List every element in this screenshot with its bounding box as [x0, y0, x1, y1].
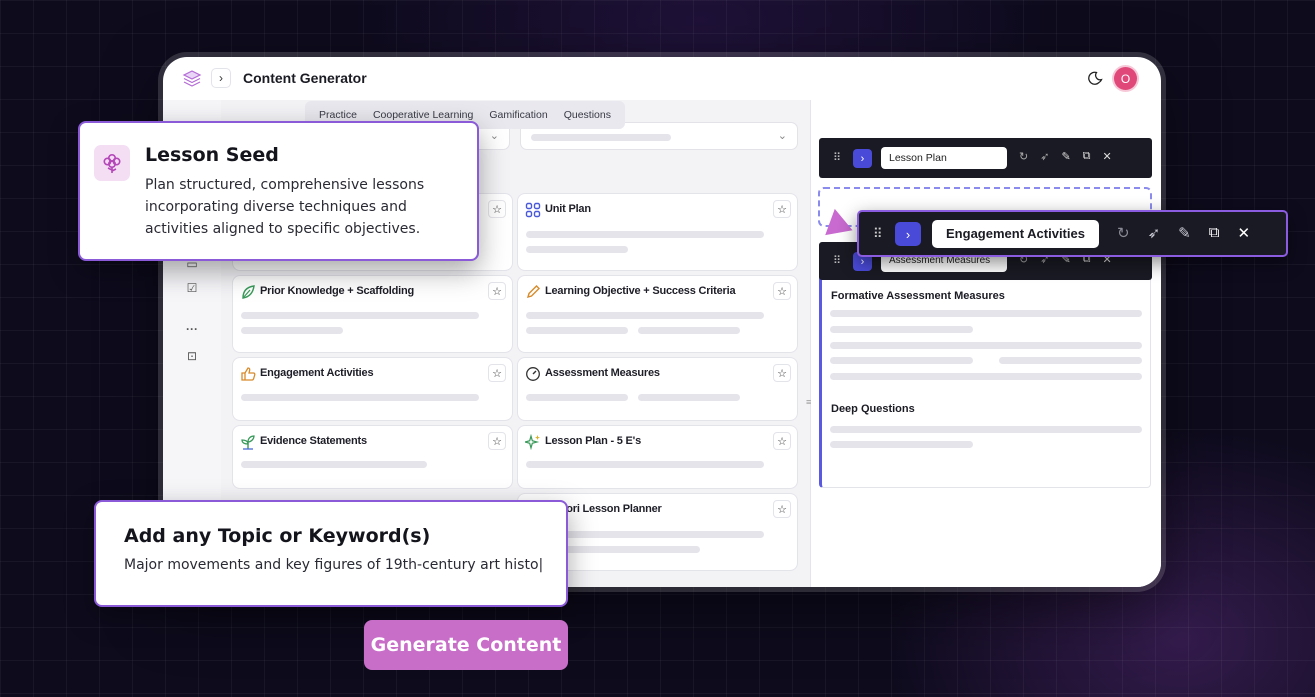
card-label: Learning Objective + Success Criteria: [545, 285, 736, 297]
star-icon[interactable]: ☆: [773, 282, 791, 300]
tool-card-prior-knowledge[interactable]: Prior Knowledge + Scaffolding ☆: [232, 275, 513, 353]
flower-icon: [94, 145, 130, 181]
skeleton-line: [526, 461, 764, 468]
copy-icon[interactable]: ⧉: [1083, 150, 1091, 163]
rocket-icon[interactable]: ➶: [1148, 224, 1161, 242]
tool-card-assessment-measures[interactable]: Assessment Measures ☆: [517, 357, 798, 421]
layers-logo-icon[interactable]: [182, 69, 202, 89]
chevron-down-icon: ⌄: [489, 130, 499, 142]
gauge-icon: [526, 367, 540, 381]
inbox-icon[interactable]: ⊡: [185, 349, 199, 363]
star-icon[interactable]: ☆: [488, 200, 506, 218]
tool-card-engagement-activities[interactable]: Engagement Activities ☆: [232, 357, 513, 421]
topic-input-card: Add any Topic or Keyword(s) Major moveme…: [94, 500, 568, 607]
card-label: Unit Plan: [545, 203, 591, 215]
tool-card-lesson-plan-5es[interactable]: Lesson Plan - 5 E's ☆: [517, 425, 798, 489]
lesson-seed-description: Plan structured, comprehensive lessons i…: [145, 177, 425, 237]
skeleton-line: [999, 357, 1142, 364]
topic-label: Add any Topic or Keyword(s): [124, 525, 431, 547]
skeleton-line: [830, 342, 1142, 349]
leaf-icon: [242, 285, 255, 299]
block-name-field[interactable]: Engagement Activities: [932, 220, 1099, 248]
skeleton-line: [830, 357, 973, 364]
section-heading-formative: Formative Assessment Measures: [831, 290, 1005, 302]
tab-gamification[interactable]: Gamification: [481, 109, 555, 121]
star-icon[interactable]: ☆: [488, 432, 506, 450]
tab-practice[interactable]: Practice: [311, 109, 365, 121]
skeleton-line: [830, 373, 1142, 380]
skeleton-line: [638, 394, 740, 401]
card-label: Evidence Statements: [260, 435, 367, 447]
tool-card-evidence-statements[interactable]: Evidence Statements ☆: [232, 425, 513, 489]
edit-icon[interactable]: ✎: [1061, 150, 1070, 163]
skeleton-line: [531, 134, 671, 141]
more-icon[interactable]: ···: [185, 322, 199, 336]
drag-handle-icon[interactable]: ⠿: [833, 254, 841, 267]
close-icon[interactable]: ✕: [1103, 150, 1112, 163]
card-label: Engagement Activities: [260, 367, 374, 379]
skeleton-line: [526, 394, 628, 401]
moon-icon[interactable]: [1088, 70, 1104, 86]
skeleton-line: [241, 312, 479, 319]
tool-card-unit-plan[interactable]: Unit Plan ☆: [517, 193, 798, 271]
skeleton-line: [830, 326, 973, 333]
refresh-icon[interactable]: ↻: [1117, 224, 1130, 242]
skeleton-line: [526, 231, 764, 238]
block-toolbar-lesson-plan: ⠿ › Lesson Plan ↻ ➶ ✎ ⧉ ✕: [819, 138, 1152, 178]
skeleton-line: [526, 312, 764, 319]
unit-plan-icon: [525, 202, 541, 218]
card-label: Prior Knowledge + Scaffolding: [260, 285, 415, 297]
skeleton-line: [526, 327, 628, 334]
skeleton-line: [526, 246, 628, 253]
sprout-icon: [241, 435, 255, 450]
skeleton-line: [830, 310, 1142, 317]
star-icon[interactable]: ☆: [773, 364, 791, 382]
copy-icon[interactable]: ⧉: [1209, 224, 1220, 242]
page-title: Content Generator: [243, 70, 367, 86]
star-icon[interactable]: ☆: [773, 432, 791, 450]
panel-resize-handle[interactable]: ≡: [806, 397, 811, 407]
tool-card-learning-objective[interactable]: Learning Objective + Success Criteria ☆: [517, 275, 798, 353]
thumbs-up-icon: [241, 367, 256, 381]
pencil-icon: [526, 285, 540, 299]
lesson-seed-card[interactable]: Lesson Seed Plan structured, comprehensi…: [78, 121, 479, 261]
star-icon[interactable]: ☆: [773, 200, 791, 218]
sparkle-icon: [525, 434, 540, 450]
drag-handle-icon[interactable]: ⠿: [833, 151, 841, 164]
star-icon[interactable]: ☆: [488, 282, 506, 300]
skeleton-line: [241, 394, 479, 401]
generate-content-button[interactable]: Generate Content: [364, 620, 568, 670]
tab-questions[interactable]: Questions: [556, 109, 619, 121]
lesson-seed-title: Lesson Seed: [145, 144, 279, 166]
skeleton-line: [830, 441, 973, 448]
chevron-down-icon: ⌄: [777, 130, 787, 142]
run-block-button[interactable]: ›: [853, 149, 872, 168]
skeleton-line: [830, 426, 1142, 433]
refresh-icon[interactable]: ↻: [1019, 150, 1028, 163]
run-block-button[interactable]: ›: [895, 222, 921, 246]
checklist-icon[interactable]: ☑: [185, 281, 199, 295]
chevron-right-icon: ›: [219, 71, 223, 85]
expand-sidebar-button[interactable]: ›: [211, 68, 231, 88]
star-icon[interactable]: ☆: [488, 364, 506, 382]
dragged-block-engagement-activities[interactable]: ⠿ › Engagement Activities ↻ ➶ ✎ ⧉ ✕: [857, 210, 1288, 257]
card-label: Assessment Measures: [545, 367, 660, 379]
rocket-icon[interactable]: ➶: [1040, 150, 1049, 163]
skeleton-line: [241, 461, 427, 468]
top-bar: › Content Generator O: [163, 57, 1161, 100]
star-icon[interactable]: ☆: [773, 500, 791, 518]
edit-icon[interactable]: ✎: [1178, 224, 1191, 242]
close-icon[interactable]: ✕: [1237, 224, 1250, 242]
topic-input[interactable]: Major movements and key figures of 19th-…: [124, 557, 543, 573]
avatar[interactable]: O: [1114, 67, 1137, 90]
skeleton-line: [638, 327, 740, 334]
card-label: Lesson Plan - 5 E's: [545, 435, 642, 447]
section-heading-deep-questions: Deep Questions: [831, 403, 915, 415]
block-name-field[interactable]: Lesson Plan: [881, 147, 1007, 169]
drag-handle-icon[interactable]: ⠿: [873, 226, 883, 242]
tab-cooperative-learning[interactable]: Cooperative Learning: [365, 109, 481, 121]
skeleton-line: [241, 327, 343, 334]
